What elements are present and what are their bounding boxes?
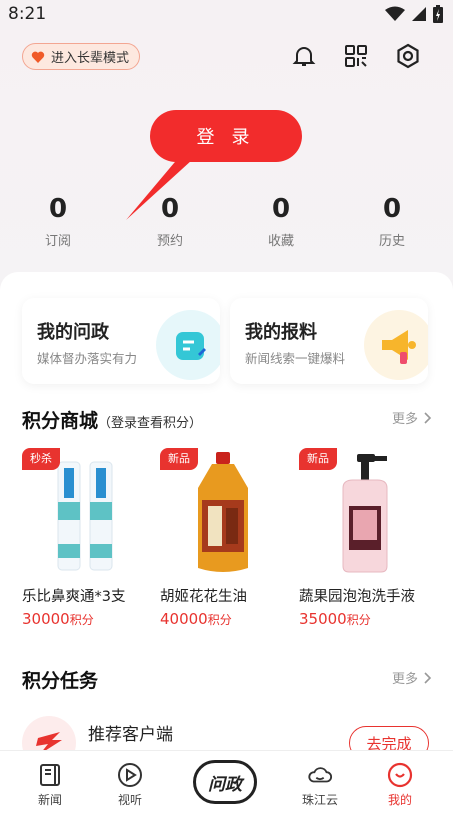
stat-label: 订阅 xyxy=(44,234,71,249)
product-card[interactable]: 秒杀 乐比鼻爽通*3支 30000积分 xyxy=(22,448,147,634)
heart-icon xyxy=(31,51,45,63)
product-badge: 新品 xyxy=(160,448,198,470)
bell-icon xyxy=(292,47,316,66)
points-mall-header: 积分商城（登录查看积分） 更多 xyxy=(22,404,432,434)
stat-label: 收藏 xyxy=(267,234,294,249)
wifi-icon xyxy=(385,6,405,21)
product-price: 35000积分 xyxy=(299,610,371,628)
task-row: 推荐客户端 去完成 xyxy=(22,716,432,750)
tab-label: 视听 xyxy=(117,793,142,807)
tab-label: 我的 xyxy=(387,793,412,807)
status-time: 8:21 xyxy=(8,4,47,24)
price-unit: 积分 xyxy=(69,613,94,627)
stat-label: 预约 xyxy=(156,234,183,249)
product-price: 40000积分 xyxy=(160,610,232,628)
task-title: 推荐客户端 xyxy=(88,725,173,745)
chevron-right-icon xyxy=(424,671,432,684)
product-name: 乐比鼻爽通*3支 xyxy=(22,589,126,605)
settings-icon xyxy=(397,43,419,69)
qr-code-button[interactable] xyxy=(342,42,370,70)
stat-label: 历史 xyxy=(378,234,405,249)
product-badge: 秒杀 xyxy=(22,448,60,470)
card-title: 我的报料 xyxy=(245,322,317,343)
status-icons xyxy=(385,5,443,23)
price-value: 35000 xyxy=(299,610,347,628)
product-badge: 新品 xyxy=(299,448,337,470)
points-tasks-more-link[interactable]: 更多 xyxy=(392,668,432,687)
price-unit: 积分 xyxy=(346,613,371,627)
section-title: 积分商城（登录查看积分） xyxy=(22,406,202,433)
product-price: 30000积分 xyxy=(22,610,94,628)
megaphone-icon xyxy=(364,310,428,380)
main-panel: 我的问政 媒体督办落实有力 我的报料 新闻线索一键爆料 积分商城（登录查看积分）… xyxy=(0,272,453,750)
stat-favorites[interactable]: 0 收藏 xyxy=(251,192,311,249)
complete-task-button[interactable]: 去完成 xyxy=(349,726,429,750)
product-card[interactable]: 新品 蔬果园泡泡洗手液 35000积分 xyxy=(299,448,424,634)
product-card[interactable]: 新品 胡姬花花生油 40000积分 xyxy=(160,448,285,634)
elder-mode-label: 进入长辈模式 xyxy=(51,51,130,66)
profile-icon xyxy=(387,762,413,788)
card-title: 我的问政 xyxy=(37,322,109,343)
tab-label: 新闻 xyxy=(37,793,62,807)
profile-header: 进入长辈模式 登 录 0 订阅 0 预约 0 收藏 0 历史 xyxy=(0,30,453,280)
news-icon xyxy=(37,762,63,788)
stats-row: 0 订阅 0 预约 0 收藏 0 历史 xyxy=(0,192,453,262)
points-mall-note: （登录查看积分） xyxy=(98,416,203,431)
stat-history[interactable]: 0 历史 xyxy=(362,192,422,249)
price-value: 30000 xyxy=(22,610,70,628)
stat-value: 0 xyxy=(271,194,291,224)
tab-wenzheng[interactable]: 问政 xyxy=(193,760,257,804)
tab-news[interactable]: 新闻 xyxy=(15,751,85,813)
my-wenzheng-card[interactable]: 我的问政 媒体督办落实有力 xyxy=(22,298,220,384)
price-unit: 积分 xyxy=(207,613,232,627)
product-name: 胡姬花花生油 xyxy=(160,589,247,605)
chat-icon xyxy=(156,310,220,380)
notification-button[interactable] xyxy=(290,42,318,70)
login-button[interactable]: 登 录 xyxy=(150,110,302,162)
signal-icon xyxy=(412,7,426,21)
price-value: 40000 xyxy=(160,610,208,628)
card-subtitle: 媒体督办落实有力 xyxy=(37,351,138,366)
cloud-icon xyxy=(307,762,333,788)
stat-reservations[interactable]: 0 预约 xyxy=(140,192,200,249)
stat-subscriptions[interactable]: 0 订阅 xyxy=(28,192,88,249)
elder-mode-button[interactable]: 进入长辈模式 xyxy=(22,43,141,70)
points-mall-title: 积分商城 xyxy=(22,410,99,432)
stat-value: 0 xyxy=(48,194,68,224)
app-logo-icon xyxy=(22,716,76,750)
chevron-right-icon xyxy=(424,411,432,424)
card-subtitle: 新闻线索一键爆料 xyxy=(245,351,346,366)
stat-value: 0 xyxy=(382,194,402,224)
bottom-tab-bar: 新闻 视听 问政 珠江云 我的 xyxy=(0,750,453,813)
points-tasks-title: 积分任务 xyxy=(22,670,99,692)
more-label: 更多 xyxy=(391,412,418,427)
points-tasks-header: 积分任务 更多 xyxy=(22,664,432,694)
qr-code-icon xyxy=(345,45,367,67)
my-report-card[interactable]: 我的报料 新闻线索一键爆料 xyxy=(230,298,428,384)
play-icon xyxy=(117,762,143,788)
settings-button[interactable] xyxy=(394,42,422,70)
stat-value: 0 xyxy=(160,194,180,224)
points-mall-more-link[interactable]: 更多 xyxy=(392,408,432,427)
more-label: 更多 xyxy=(391,672,418,687)
tab-profile[interactable]: 我的 xyxy=(365,751,435,813)
product-name: 蔬果园泡泡洗手液 xyxy=(299,589,415,605)
tab-video[interactable]: 视听 xyxy=(95,751,165,813)
tab-label: 珠江云 xyxy=(301,793,338,807)
battery-icon xyxy=(433,5,443,23)
tab-zhujiang-cloud[interactable]: 珠江云 xyxy=(285,751,355,813)
status-bar: 8:21 xyxy=(0,0,453,30)
